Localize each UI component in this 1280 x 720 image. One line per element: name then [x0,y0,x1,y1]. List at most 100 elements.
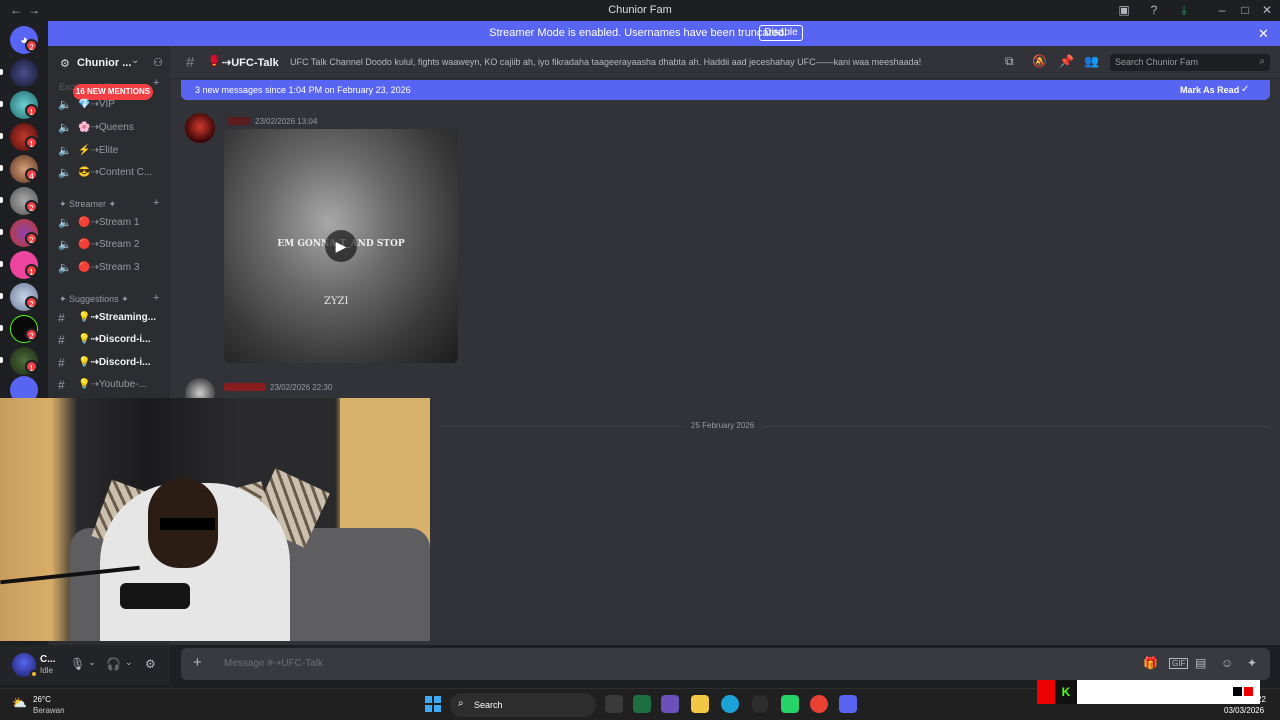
weather-desc: Berawan [33,706,65,715]
server-name[interactable]: Chunior ... [77,57,131,69]
chrome-icon[interactable] [810,695,828,713]
threads-icon[interactable]: ⧉ [1005,54,1014,69]
download-icon[interactable]: ⤓ [1176,3,1192,18]
server-logo-icon: ⚙ [60,58,70,70]
speaker-icon: 🔈 [58,167,72,179]
truncated-username[interactable] [224,383,266,391]
app-icon[interactable] [751,695,769,713]
start-windows-icon[interactable] [425,696,441,712]
stream-widget-overlay: K [1037,680,1260,704]
unread-pip [0,229,3,235]
title-bar: ← → Chunior Fam ▣ ? ⤓ – □ ✕ [0,0,1280,21]
emoji-icon[interactable]: ☺ [1221,656,1233,670]
weather-icon[interactable]: ⛅ [12,696,27,710]
date-divider: 25 February 2026 [683,421,763,430]
streamer-mode-banner: Streamer Mode is enabled. Usernames have… [48,21,1280,46]
play-icon[interactable]: ▶ [325,230,357,262]
sticker-icon[interactable]: ▤ [1195,656,1206,670]
disable-streamer-mode-button[interactable]: Disable [759,25,803,41]
idle-status-icon [30,670,38,678]
whatsapp-icon[interactable] [781,695,799,713]
speaker-icon: 🔈 [58,217,72,229]
chevron-down-icon[interactable]: ⌄ [125,657,133,668]
system-date[interactable]: 03/03/2026 [1224,706,1264,715]
rail-badge: 2 [25,232,38,245]
add-channel-icon[interactable]: + [153,292,159,304]
discord-taskbar-icon[interactable] [839,695,857,713]
file-explorer-icon[interactable] [691,695,709,713]
username[interactable]: C... [40,654,56,665]
user-status: Idle [40,666,53,675]
headphones-icon[interactable]: 🎧 [106,657,121,671]
video-watermark: ZYZI [324,296,349,307]
banner-close-icon[interactable]: ✕ [1258,26,1269,42]
unread-pip [0,133,3,139]
video-attachment[interactable]: EM GONNA T_AND STOP ZYZI ▶ [224,129,458,363]
avatar[interactable] [185,113,215,143]
microphone-icon[interactable]: 🎙 [70,657,85,671]
channel-topic[interactable]: UFC Talk Channel Doodo kulul, fights waa… [290,57,990,67]
rail-badge: 4 [25,168,38,181]
window-title: Chunior Fam [608,4,672,16]
unread-pip [0,325,3,331]
boxing-glove-icon: 🥊 [208,56,221,67]
user-panel: C... Idle 🎙 ⌄ 🎧 ⌄ ⚙ [0,645,170,685]
new-messages-text: 3 new messages since 1:04 PM on February… [195,85,411,95]
server-icon[interactable] [10,59,38,87]
unread-pip [0,293,3,299]
unread-pip [0,357,3,363]
rail-badge: 2 [25,296,38,309]
add-attachment-icon[interactable]: + [193,654,202,671]
truncated-username[interactable] [228,117,250,125]
member-list-icon[interactable]: 👥 [1084,54,1099,68]
maximize-icon[interactable]: □ [1237,3,1253,17]
channel-stream-1[interactable]: 🔈 🔴⇢Stream 1 [58,213,170,233]
excel-icon[interactable] [633,695,651,713]
settings-gear-icon[interactable]: ⚙ [145,657,156,671]
help-icon[interactable]: ? [1146,3,1162,17]
chevron-down-icon[interactable]: ⌄ [88,657,96,668]
category-suggestions[interactable]: ✦ Suggestions ✦ [59,294,129,305]
channel-content-creators[interactable]: 🔈 😎⇢Content C... [58,163,170,183]
mark-as-read-button[interactable]: Mark As Read [1180,85,1239,95]
search-input[interactable]: Search Chunior Fam ⌕ [1110,54,1270,71]
channel-title: ⇢UFC-Talk [222,57,279,69]
pin-icon[interactable]: 📌 [1059,54,1074,68]
channel-queens[interactable]: 🔈 🌸⇢Queens [58,118,170,138]
chevron-down-icon[interactable]: ⌄ [131,55,139,66]
task-view-icon[interactable] [605,695,623,713]
weather-temp[interactable]: 26°C [33,695,51,704]
channel-stream-2[interactable]: 🔈 🔴⇢Stream 2 [58,235,170,255]
message-input[interactable]: Message #⇢UFC-Talk [224,658,323,669]
window-close-icon[interactable]: ✕ [1259,3,1275,17]
channel-elite[interactable]: 🔈 ⚡⇢Elite [58,141,170,161]
channel-stream-3[interactable]: 🔈 🔴⇢Stream 3 [58,258,170,278]
speaker-icon: 🔈 [58,122,72,134]
teams-icon[interactable] [661,695,679,713]
inbox-icon[interactable]: ▣ [1116,3,1132,17]
rail-badge: 1 [25,264,38,277]
message-composer[interactable]: + Message #⇢UFC-Talk 🎁 GIF ▤ ☺ ✦ [181,648,1270,680]
minimize-icon[interactable]: – [1214,3,1230,17]
edge-icon[interactable] [721,695,739,713]
new-messages-bar[interactable]: 3 new messages since 1:04 PM on February… [181,80,1270,100]
gift-icon[interactable]: 🎁 [1143,656,1158,670]
mute-bell-icon[interactable]: 🔕 [1032,54,1047,68]
channel-discord-2[interactable]: # 💡⇢Discord-i... [58,353,170,373]
channel-streaming[interactable]: # 💡⇢Streaming... [58,308,170,328]
category-streamer[interactable]: ✦ Streamer ✦ [59,199,116,210]
rail-badge: 2 [25,39,38,52]
add-member-icon[interactable]: ⚇ [153,56,163,69]
add-channel-icon[interactable]: + [153,197,159,209]
channel-header: # 🥊 ⇢UFC-Talk UFC Talk Channel Doodo kul… [170,46,1280,79]
channel-vip[interactable]: 🔈 💎⇢VIP [58,95,170,115]
add-channel-icon[interactable]: + [153,77,159,89]
unread-pip [0,69,3,75]
channel-discord-1[interactable]: # 💡⇢Discord-i... [58,330,170,350]
gif-icon[interactable]: GIF [1169,658,1189,669]
speaker-icon: 🔈 [58,145,72,157]
rail-badge: 1 [25,104,38,117]
channel-youtube[interactable]: # 💡⇢Youtube-... [58,375,170,395]
apps-icon[interactable]: ✦ [1247,656,1257,670]
taskbar-search[interactable]: ⌕ Search [450,693,596,717]
